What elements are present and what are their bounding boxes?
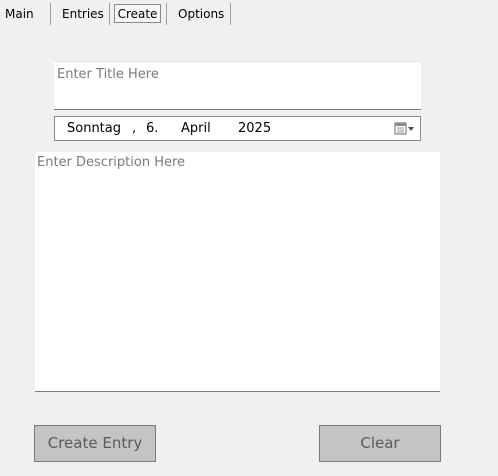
title-field[interactable] (54, 61, 421, 110)
tab-create[interactable]: Create (114, 4, 161, 23)
tab-main[interactable]: Main (5, 5, 34, 25)
description-field[interactable] (35, 152, 440, 392)
description-input[interactable] (37, 155, 435, 385)
tab-options[interactable]: Options (178, 5, 224, 25)
tab-separator (109, 3, 110, 25)
calendar-icon (394, 122, 414, 135)
create-entry-button[interactable]: Create Entry (34, 425, 156, 462)
date-weekday[interactable]: Sonntag (67, 121, 121, 136)
calendar-dropdown-button[interactable] (393, 121, 417, 137)
tab-separator (230, 3, 231, 25)
clear-button[interactable]: Clear (319, 425, 441, 462)
title-input[interactable] (57, 67, 412, 82)
date-year[interactable]: 2025 (238, 121, 271, 136)
tab-bar: Main Entries Create Options (0, 0, 498, 28)
date-picker[interactable]: Sonntag , 6. April 2025 (54, 116, 421, 141)
date-day[interactable]: 6. (146, 121, 158, 136)
tab-entries[interactable]: Entries (62, 5, 104, 25)
date-month[interactable]: April (181, 121, 211, 136)
tab-separator (166, 3, 167, 25)
tab-separator (50, 3, 51, 25)
date-comma: , (132, 121, 137, 136)
chevron-down-icon (408, 127, 414, 131)
